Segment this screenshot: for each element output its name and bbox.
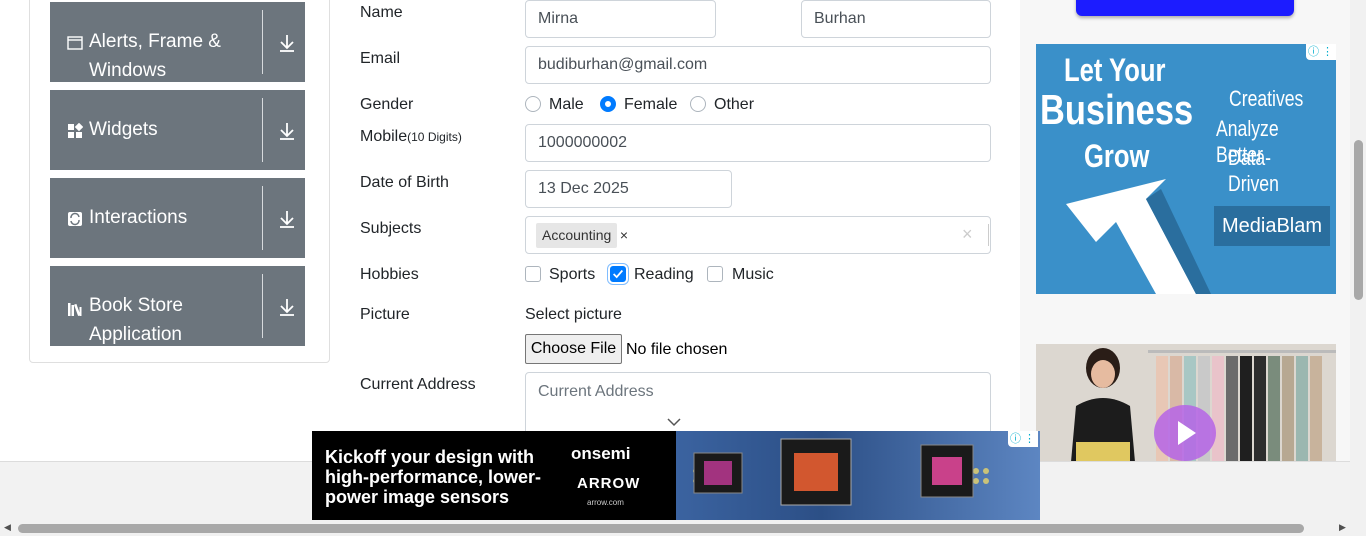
last-name-input[interactable]: Burhan (801, 0, 991, 38)
horizontal-scroll-thumb[interactable] (18, 524, 1304, 533)
ad-top-button[interactable] (1076, 0, 1294, 16)
sidebar-group-book-store[interactable]: Book Store Application (50, 266, 305, 346)
select-picture-text: Select picture (525, 306, 622, 323)
interactions-icon (68, 212, 82, 226)
gender-label: Gender (360, 96, 414, 113)
ad-right-1: Creatives (1229, 86, 1304, 111)
chevron-down-icon (667, 418, 681, 427)
hobby-music-label[interactable]: Music (732, 266, 774, 284)
choose-file-button[interactable]: Choose File (525, 334, 622, 364)
ad-line-2: Business (1040, 86, 1194, 133)
hobby-reading-label[interactable]: Reading (634, 266, 694, 284)
divider (262, 10, 263, 74)
divider (262, 186, 263, 250)
books-icon (68, 303, 82, 316)
play-icon (1178, 421, 1196, 445)
download-arrow-icon[interactable] (278, 121, 296, 141)
sidebar-group-label: Alerts, Frame & Windows (89, 31, 221, 81)
ad-banner-right[interactable]: Let Your Business Grow Creatives Analyze… (1036, 44, 1336, 294)
ad-brand: MediaBlam (1214, 206, 1330, 246)
sidebar-group-alerts[interactable]: Alerts, Frame & Windows (50, 2, 305, 82)
ad-brand-arrow: ARROW (577, 475, 641, 492)
gender-other-radio[interactable] (690, 96, 706, 112)
address-placeholder: Current Address (538, 383, 654, 400)
mobile-label-text: Mobile (360, 128, 408, 145)
vertical-scroll-thumb[interactable] (1354, 140, 1363, 300)
check-icon (613, 269, 624, 279)
mobile-label: Mobile(10 Digits) (360, 128, 462, 146)
subjects-label: Subjects (360, 220, 422, 237)
address-label: Current Address (360, 376, 476, 393)
divider (262, 274, 263, 338)
ad-info-icon[interactable]: ⓘ ⋮ (1008, 431, 1038, 447)
window-icon (67, 36, 83, 50)
name-label: Name (360, 4, 403, 21)
sidebar-group-label: Widgets (89, 119, 158, 140)
hobby-music-checkbox[interactable] (707, 266, 723, 282)
download-arrow-icon[interactable] (278, 209, 296, 229)
page: Alerts, Frame & Windows Widgets Interact… (0, 0, 1366, 536)
ad-banner-bottom[interactable]: Kickoff your design with high-performanc… (312, 431, 1040, 521)
gender-male-label[interactable]: Male (549, 96, 584, 114)
ad-info-icon[interactable]: ⓘ ⋮ (1306, 44, 1336, 60)
gender-male-radio[interactable] (525, 96, 541, 112)
scroll-left-arrow-icon[interactable]: ◀ (4, 522, 11, 533)
sidebar-group-widgets[interactable]: Widgets (50, 90, 305, 170)
mobile-input[interactable]: 1000000002 (525, 124, 991, 162)
mobile-hint: (10 Digits) (407, 130, 462, 144)
play-button[interactable] (1154, 405, 1216, 461)
email-input[interactable]: budiburhan@gmail.com (525, 46, 991, 84)
ad-brand-onsemi: onsemi (571, 444, 631, 463)
ad-url: arrow.com (587, 498, 624, 507)
ad-sensor-image (676, 431, 1040, 521)
widgets-icon (68, 123, 83, 138)
ad-line-3: Grow (1084, 138, 1150, 174)
gender-female-radio[interactable] (600, 96, 616, 112)
dob-input[interactable]: 13 Dec 2025 (525, 170, 732, 208)
sidebar-group-label: Book Store Application (89, 295, 183, 345)
download-arrow-icon[interactable] (278, 33, 296, 53)
no-file-text: No file chosen (626, 341, 728, 358)
hobbies-label: Hobbies (360, 266, 419, 283)
sensor-chips-graphic (693, 438, 989, 506)
ad-headline: Kickoff your design with high-performanc… (325, 447, 542, 507)
sidebar-group-interactions[interactable]: Interactions (50, 178, 305, 258)
hobby-reading-checkbox[interactable] (610, 266, 626, 282)
chip-remove-button[interactable]: × (617, 223, 631, 248)
ad-right-3: Data-Driven (1228, 145, 1279, 196)
dob-label: Date of Birth (360, 174, 449, 191)
gender-female-label[interactable]: Female (624, 96, 677, 114)
download-arrow-icon[interactable] (278, 297, 296, 317)
hobby-sports-label[interactable]: Sports (549, 266, 595, 284)
sidebar-group-label: Interactions (89, 207, 188, 228)
picture-label: Picture (360, 306, 410, 323)
divider (262, 98, 263, 162)
scroll-right-arrow-icon[interactable]: ▶ (1339, 522, 1346, 533)
clear-subjects-button[interactable]: × (962, 224, 973, 245)
divider (988, 224, 989, 246)
gender-other-label[interactable]: Other (714, 96, 754, 114)
subject-chip: Accounting (536, 223, 618, 248)
first-name-input[interactable]: Mirna (525, 0, 716, 38)
ad-line-1: Let Your (1064, 52, 1166, 88)
hobby-sports-checkbox[interactable] (525, 266, 541, 282)
email-label: Email (360, 50, 401, 67)
